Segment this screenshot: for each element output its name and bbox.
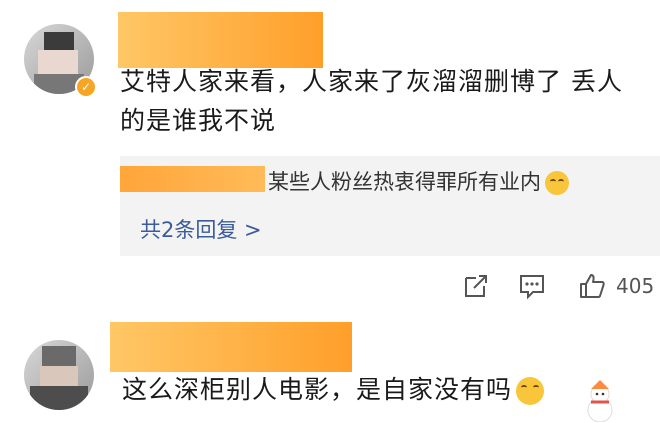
snowman-sticker-icon bbox=[587, 380, 613, 422]
comment-text-content: 这么深柜别人电影，是自家没有吗 bbox=[122, 375, 513, 404]
share-icon[interactable] bbox=[462, 272, 490, 300]
reply-box: 某些人粉丝热衷得罪所有业内 共2条回复 > bbox=[120, 156, 660, 256]
comment-text-line2: 的是谁我不说 bbox=[120, 106, 277, 135]
comment-icon[interactable] bbox=[518, 272, 546, 300]
comment-item: ✓ 艾特人家来看，人家来了灰溜溜删博了 丢人 的是谁我不说 某些人粉丝热衷得罪所… bbox=[0, 0, 660, 318]
view-replies-link[interactable]: 共2条回复 > bbox=[140, 214, 262, 244]
reply-text: 某些人粉丝热衷得罪所有业内 bbox=[268, 168, 569, 196]
smirk-emoji-icon bbox=[545, 171, 569, 195]
comment-text-line1: 艾特人家来看，人家来了灰溜溜删博了 丢人 bbox=[120, 67, 623, 96]
reply-username[interactable] bbox=[120, 166, 265, 192]
comment-actions: 405 bbox=[458, 270, 658, 302]
reply-text-content: 某些人粉丝热衷得罪所有业内 bbox=[268, 170, 541, 194]
username[interactable] bbox=[110, 322, 352, 372]
comment-text: 这么深柜别人电影，是自家没有吗 bbox=[122, 371, 545, 409]
like-count: 405 bbox=[616, 274, 655, 298]
username[interactable] bbox=[118, 12, 323, 68]
shush-emoji-icon bbox=[516, 377, 545, 405]
avatar[interactable] bbox=[24, 340, 94, 410]
comment-item: 这么深柜别人电影，是自家没有吗 bbox=[0, 318, 660, 423]
verified-badge-icon: ✓ bbox=[75, 76, 97, 98]
thumbs-up-icon[interactable] bbox=[578, 272, 606, 300]
